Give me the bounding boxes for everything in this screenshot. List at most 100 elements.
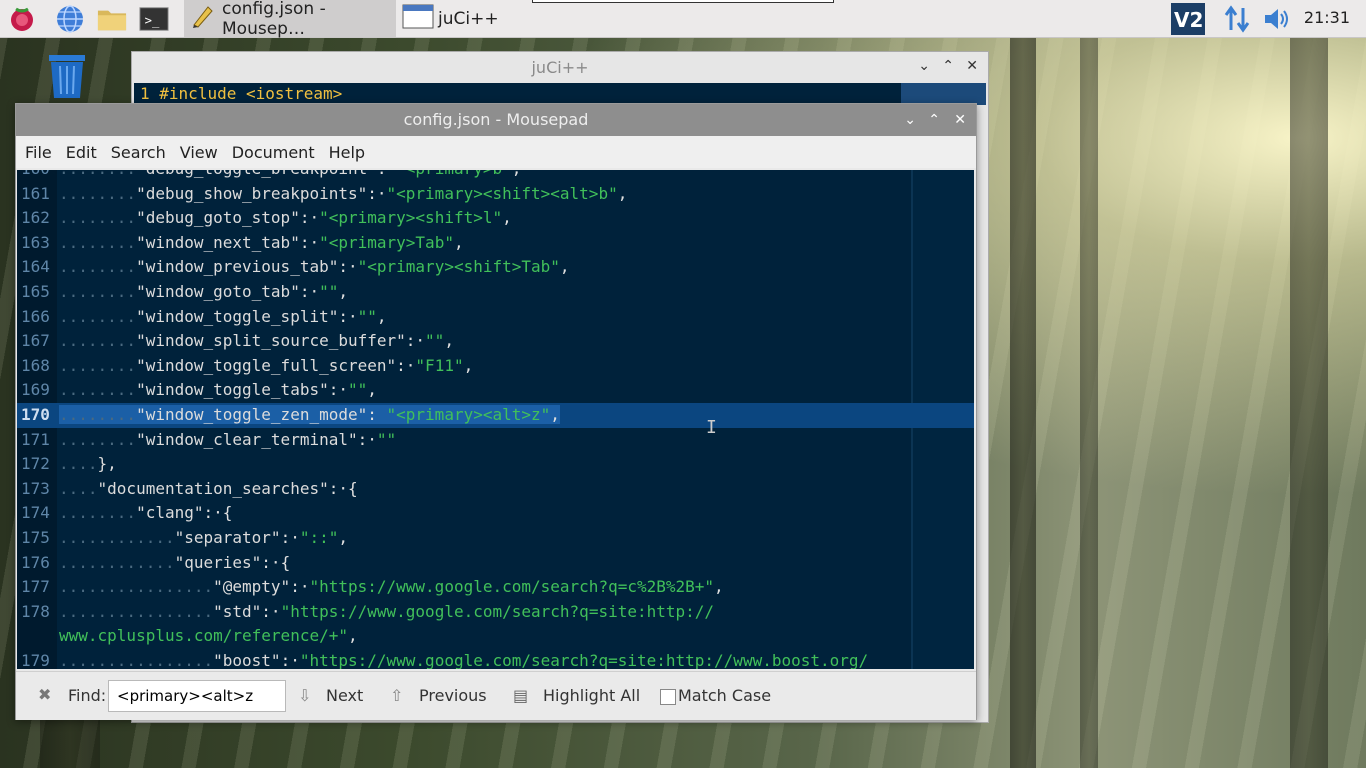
line-text: ................"std":·"https://www.goog… xyxy=(59,600,714,624)
raspberry-menu-icon[interactable] xyxy=(7,4,37,34)
token-key: "boost" xyxy=(213,651,281,669)
vnc-icon[interactable]: V2 xyxy=(1170,3,1206,35)
task-mousepad[interactable]: config.json - Mousep… xyxy=(184,0,396,39)
line-number: 164 xyxy=(21,257,50,277)
token-val: "<primary><shift><alt>b" xyxy=(386,183,618,203)
line-number: 165 xyxy=(21,282,50,301)
token-indent: ............ xyxy=(59,552,175,572)
line-number: 173 xyxy=(21,478,50,498)
token-val: "" xyxy=(376,429,397,449)
token-indent: ........ xyxy=(59,503,137,523)
line-text: ...."documentation_searches":·{ xyxy=(59,477,358,501)
menu-help[interactable]: Help xyxy=(329,143,365,162)
highlight-all-button[interactable]: Highlight All xyxy=(543,686,640,705)
match-case-checkbox[interactable] xyxy=(660,689,676,705)
maximize-button[interactable]: ⌃ xyxy=(928,112,940,128)
line-number: 174 xyxy=(21,503,50,523)
code-line: 160........"debug_toggle_breakpoint":·"<… xyxy=(17,170,974,182)
menu-edit[interactable]: Edit xyxy=(66,143,97,162)
token-indent: ........ xyxy=(59,306,137,326)
minimize-button[interactable]: ⌄ xyxy=(918,58,930,74)
token-indent: ................ xyxy=(59,601,214,621)
token-end: , xyxy=(463,355,474,375)
line-text: ........"window_clear_terminal":·"" xyxy=(59,428,396,452)
token-indent: ........ xyxy=(59,170,136,178)
volume-icon[interactable] xyxy=(1262,4,1292,34)
code-line: 177 ................"@empty":·"https://ww… xyxy=(17,575,974,600)
window-icon xyxy=(402,2,434,35)
line-text: ........"clang":·{ xyxy=(59,501,232,525)
token-val: "" xyxy=(319,282,339,301)
code-line: 162 ........"debug_goto_stop":·"<primary>… xyxy=(17,206,974,231)
line-text: ................"@empty":·"https://www.g… xyxy=(59,575,724,599)
menu-document[interactable]: Document xyxy=(232,143,315,162)
text-editor-icon xyxy=(190,3,216,34)
close-find-icon[interactable]: ✖ xyxy=(38,685,51,704)
token-end: , xyxy=(559,257,570,277)
token-val: "" xyxy=(347,380,368,400)
token-key: "debug_goto_stop" xyxy=(136,208,300,228)
token-key: "window_next_tab" xyxy=(136,232,300,252)
maximize-button[interactable]: ⌃ xyxy=(942,58,954,74)
token-indent: ........ xyxy=(59,257,137,277)
line-text: ........"window_split_source_buffer":·""… xyxy=(59,329,454,353)
terminal-icon[interactable]: >_ xyxy=(139,4,169,34)
web-browser-icon[interactable] xyxy=(55,4,85,34)
token-indent: .... xyxy=(59,454,98,474)
token-val: "<primary>Tab" xyxy=(319,232,454,252)
token-val: "F11" xyxy=(415,355,464,375)
token-indent: ........ xyxy=(59,429,137,449)
task-juci[interactable]: juCi++ xyxy=(398,0,610,37)
line-number: 167 xyxy=(21,331,50,351)
menu-bar: File Edit Search View Document Help xyxy=(16,136,976,168)
token-end: , xyxy=(367,380,377,400)
code-line: 167 ........"window_split_source_buffer":… xyxy=(17,329,974,354)
file-manager-icon[interactable] xyxy=(97,4,127,34)
arrow-up-icon: ⇧ xyxy=(390,686,404,705)
code-line: 164 ........"window_previous_tab":·"<prim… xyxy=(17,255,974,280)
token-sep: :· xyxy=(338,257,358,277)
token-val: "https://www.google.com/search?q=c%2B%2B… xyxy=(309,577,715,597)
token-val: "" xyxy=(425,331,445,351)
clock[interactable]: 21:31 xyxy=(1304,8,1350,27)
previous-button[interactable]: Previous xyxy=(419,686,487,705)
find-label: Find: xyxy=(68,686,107,705)
find-input[interactable] xyxy=(108,680,286,712)
token-val: www.cplusplus.com/reference/+" xyxy=(59,626,348,646)
code-line: 172....}, xyxy=(17,452,974,477)
trash-icon[interactable] xyxy=(44,52,90,100)
token-indent: ............ xyxy=(59,528,175,547)
token-key: "debug_show_breakpoints" xyxy=(136,183,368,203)
code-line: 169 ........"window_toggle_tabs":·"", xyxy=(17,378,974,403)
menu-file[interactable]: File xyxy=(25,143,52,162)
token-val: "<primary><alt>z" xyxy=(386,405,551,424)
token-sep: :· xyxy=(328,478,348,498)
token-end: , xyxy=(453,232,464,252)
text-editor[interactable]: 160........"debug_toggle_breakpoint":·"<… xyxy=(17,170,974,669)
line-text: ....}, xyxy=(59,452,117,476)
menu-search[interactable]: Search xyxy=(111,143,166,162)
line-text: ........"window_goto_tab":·"", xyxy=(59,280,348,304)
token-key: "window_goto_tab" xyxy=(136,282,300,301)
token-key: "queries" xyxy=(174,552,262,572)
line-text: ........"window_next_tab":·"<primary>Tab… xyxy=(59,231,464,255)
token-end: , xyxy=(338,282,348,301)
token-val: "https://www.google.com/search?q=site:ht… xyxy=(299,651,869,669)
close-button[interactable]: ✕ xyxy=(966,58,978,74)
token-key: }, xyxy=(97,454,117,474)
close-button[interactable]: ✕ xyxy=(954,112,966,128)
svg-text:V2: V2 xyxy=(1174,8,1203,32)
match-case-label[interactable]: Match Case xyxy=(678,686,771,705)
next-button[interactable]: Next xyxy=(326,686,363,705)
token-key: "@empty" xyxy=(213,577,291,597)
code-line: 163 ........"window_next_tab":·"<primary>… xyxy=(17,231,974,256)
token-sep: :· xyxy=(367,183,387,203)
line-number: 166 xyxy=(21,306,50,326)
menu-view[interactable]: View xyxy=(180,143,218,162)
juci-editor[interactable]: 1 #include <iostream> xyxy=(134,83,986,105)
network-arrows-icon[interactable] xyxy=(1222,4,1252,34)
line-number: 162 xyxy=(21,208,50,228)
token-end: , xyxy=(550,405,560,424)
token-sep: :· xyxy=(261,601,281,621)
minimize-button[interactable]: ⌄ xyxy=(904,112,916,128)
